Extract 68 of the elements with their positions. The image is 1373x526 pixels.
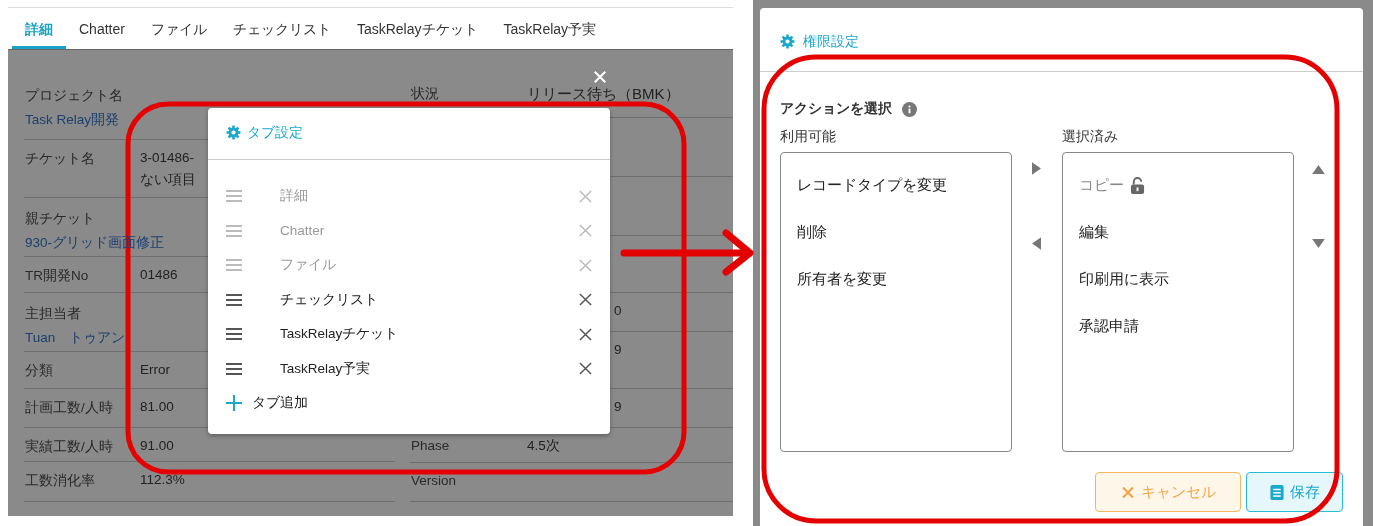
tab-name: Chatter xyxy=(280,223,326,239)
drag-handle-icon[interactable] xyxy=(226,293,242,306)
tab[interactable]: TaskRelayチケット xyxy=(343,8,491,49)
field-label: 親チケット xyxy=(25,210,95,228)
list-item[interactable]: 印刷用に表示 xyxy=(1079,269,1169,289)
field-label: 計画工数/人時 xyxy=(25,399,114,417)
field-label: プロジェクト名 xyxy=(25,87,123,105)
list-label: 選択済み xyxy=(1062,128,1119,146)
drag-handle-icon[interactable] xyxy=(226,328,242,341)
field-value: 9 xyxy=(614,341,622,359)
field-value: 9 xyxy=(614,398,622,416)
list-item[interactable]: 承認申請 xyxy=(1079,316,1139,336)
tab-name: チェックリスト xyxy=(280,290,379,309)
add-tab-link[interactable]: タブ追加 xyxy=(252,394,308,412)
list-item[interactable]: 削除 xyxy=(797,222,995,242)
dialog-title: タブ設定 xyxy=(247,124,303,142)
remove-icon[interactable] xyxy=(579,327,592,341)
section-title: アクションを選択 xyxy=(780,100,892,118)
move-down-icon[interactable] xyxy=(1312,239,1325,248)
field-label: 分類 xyxy=(25,362,54,380)
tab-name: TaskRelay予実 xyxy=(280,359,372,378)
tab-name: TaskRelayチケット xyxy=(280,325,400,344)
field-label: Phase xyxy=(411,438,451,453)
tab-name: ファイル xyxy=(280,256,337,275)
field-value: 112.3% xyxy=(140,471,185,489)
field-value: 0 xyxy=(614,302,622,320)
move-up-icon[interactable] xyxy=(1312,165,1325,174)
tab-name: 詳細 xyxy=(280,187,309,206)
field-value: 4.5次 xyxy=(527,437,560,455)
field-value: 81.00 xyxy=(140,398,174,416)
field-label: TR開発No xyxy=(25,267,90,285)
list-item[interactable]: コピー xyxy=(1079,175,1124,195)
field-label: 工数消化率 xyxy=(25,472,96,490)
settings-icon xyxy=(780,34,795,49)
drag-handle-icon[interactable] xyxy=(226,259,242,272)
tab[interactable]: チェックリスト xyxy=(219,8,344,49)
tab[interactable]: TaskRelay予実 xyxy=(490,8,610,49)
field-value: 01486 xyxy=(140,266,178,284)
field-label: 実績工数/人時 xyxy=(25,438,114,456)
list-item[interactable]: レコードタイプを変更 xyxy=(797,175,995,195)
field-value: Error xyxy=(140,361,170,379)
tab[interactable]: Chatter xyxy=(66,8,138,49)
remove-icon[interactable] xyxy=(579,362,592,376)
plus-icon[interactable] xyxy=(226,395,242,411)
dialog-title: 権限設定 xyxy=(803,33,859,51)
field-value: 91.00 xyxy=(140,437,174,455)
field-label: Version xyxy=(411,473,458,488)
list-item[interactable]: 所有者を変更 xyxy=(797,269,995,289)
move-left-icon[interactable] xyxy=(1032,237,1042,250)
list-item[interactable]: 編集 xyxy=(1079,222,1109,242)
tab[interactable]: ファイル xyxy=(137,8,220,49)
list-label: 利用可能 xyxy=(780,128,837,146)
padlock-icon xyxy=(1130,176,1145,194)
drag-handle-icon[interactable] xyxy=(226,362,242,375)
close-icon[interactable] xyxy=(593,70,607,84)
document-icon xyxy=(1269,484,1284,500)
info-icon xyxy=(902,101,917,117)
field-label: チケット名 xyxy=(25,150,96,168)
field-label: 状況 xyxy=(411,85,440,103)
field-value: リリース待ち（BMK） xyxy=(527,84,680,104)
remove-icon[interactable] xyxy=(579,293,592,307)
field-label: 主担当者 xyxy=(25,305,81,323)
move-right-icon[interactable] xyxy=(1032,162,1042,175)
field-value: 3-01486- ない項目 xyxy=(140,149,196,189)
drag-handle-icon[interactable] xyxy=(226,190,242,203)
x-icon xyxy=(1120,484,1135,500)
settings-icon xyxy=(226,125,241,140)
drag-handle-icon[interactable] xyxy=(226,224,242,237)
